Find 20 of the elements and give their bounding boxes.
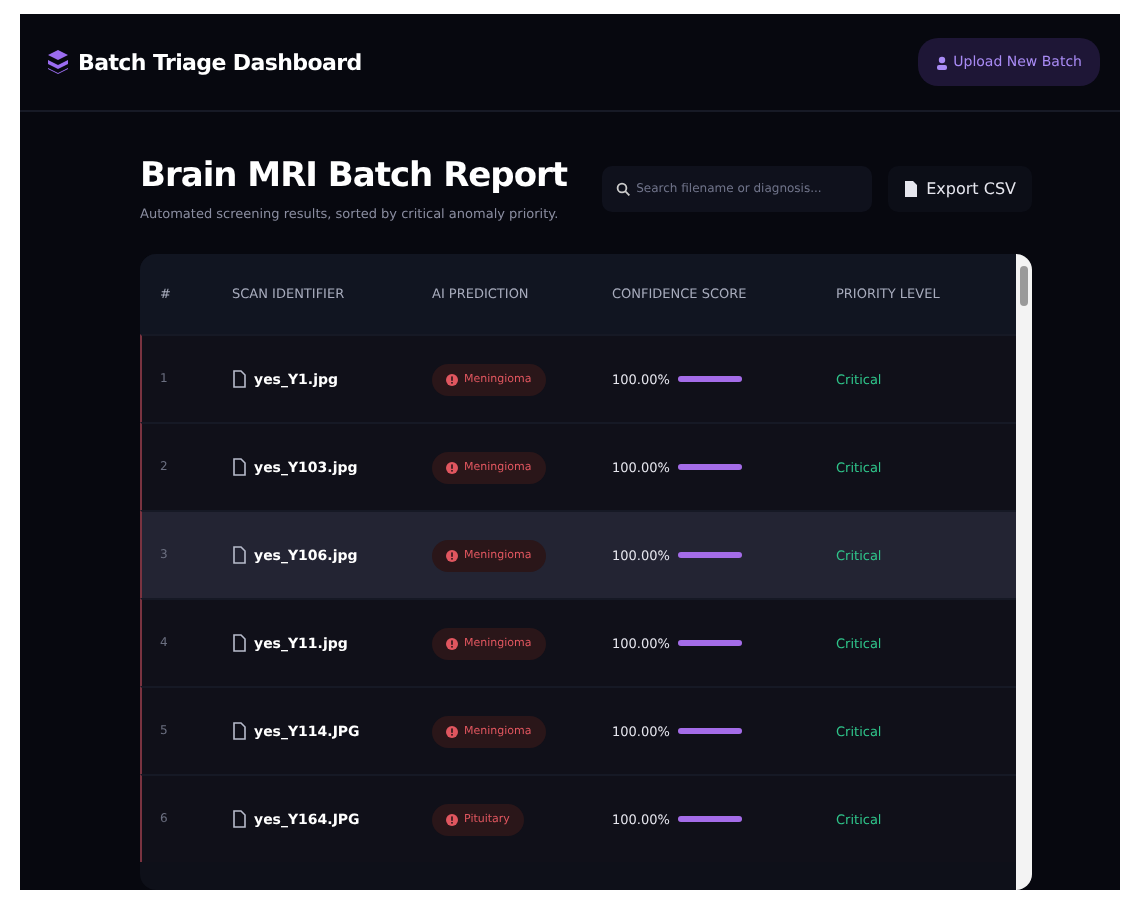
scrollbar[interactable] (1016, 254, 1032, 890)
file-icon (232, 370, 246, 388)
search-icon (616, 182, 631, 196)
alert-icon (446, 813, 458, 825)
report-title: Brain MRI Batch Report (140, 156, 568, 196)
file-icon (232, 458, 246, 476)
alert-icon (446, 549, 458, 561)
app-title: Batch Triage Dashboard (78, 49, 362, 75)
file-icon (232, 546, 246, 564)
alert-icon (446, 725, 458, 737)
layers-icon (48, 50, 68, 74)
alert-icon (446, 637, 458, 649)
alert-icon (446, 461, 458, 473)
file-icon (232, 810, 246, 828)
file-icon (904, 180, 919, 198)
alert-icon (446, 373, 458, 385)
user-icon (935, 55, 948, 69)
file-icon (232, 634, 246, 652)
export-button[interactable]: Export CSV (888, 166, 1032, 212)
file-icon (232, 722, 246, 740)
